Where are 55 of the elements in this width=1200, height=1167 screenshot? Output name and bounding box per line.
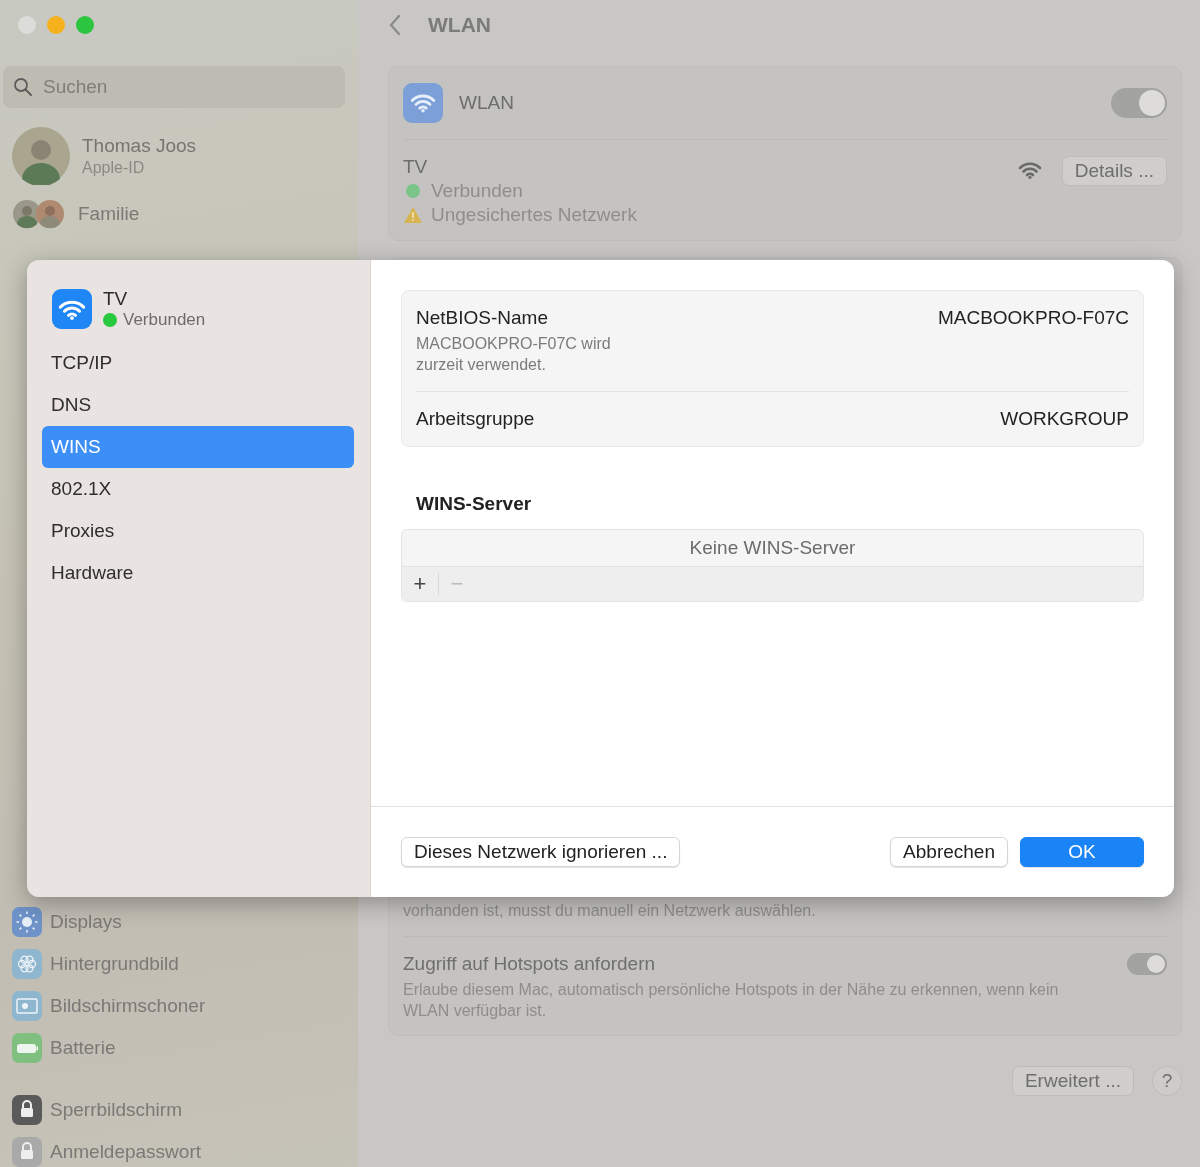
account-subtitle: Apple-ID [82, 159, 146, 177]
avatar-icon[interactable] [12, 127, 70, 185]
netbios-note: MACBOOKPRO-F07C wird zurzeit verwendet. [416, 334, 612, 375]
lockscreen-icon [12, 1095, 42, 1125]
wifi-icon [58, 298, 86, 320]
details-button[interactable]: Details ... [1061, 156, 1167, 186]
minimize-button[interactable] [47, 16, 65, 34]
netbios-value[interactable]: MACBOOKPRO-F07C [937, 307, 1129, 329]
workgroup-label: Arbeitsgruppe [416, 408, 535, 430]
status-dot [103, 313, 117, 327]
wifi-icon [410, 93, 436, 113]
add-button[interactable]: + [408, 571, 432, 597]
password-icon [12, 1137, 42, 1167]
sidebar-item[interactable]: Anmeldepasswort [50, 1141, 202, 1163]
display-icon [12, 907, 42, 937]
section-title: WINS-Server [416, 493, 533, 515]
network-name: TV [103, 288, 129, 310]
wlan-toggle[interactable] [1111, 88, 1167, 118]
wlan-label: WLAN [459, 92, 514, 114]
sidebar-tab[interactable]: 802.1X [42, 468, 354, 510]
help-button[interactable]: ? [1152, 1066, 1182, 1096]
wifi-signal-icon [1017, 161, 1042, 179]
network-name: TV [403, 156, 429, 178]
hotspot-title: Zugriff auf Hotspots anfordern [403, 953, 657, 975]
sidebar-item[interactable]: Displays [50, 911, 122, 933]
sidebar-item[interactable]: Bildschirmschoner [50, 995, 206, 1017]
warning-icon [403, 206, 423, 224]
sidebar-tab[interactable]: Proxies [42, 510, 354, 552]
status-dot [406, 184, 420, 198]
screensaver-icon [12, 991, 42, 1021]
wallpaper-icon [12, 949, 42, 979]
sidebar-item[interactable]: Sperrbildschirm [50, 1099, 182, 1121]
family-avatars-icon [12, 199, 66, 229]
netbios-label: NetBIOS-Name [416, 307, 549, 329]
account-name[interactable]: Thomas Joos [82, 135, 197, 157]
page-title: WLAN [428, 13, 491, 37]
close-button[interactable] [18, 16, 36, 34]
ok-button[interactable]: OK [1020, 837, 1144, 867]
advanced-button[interactable]: Erweitert ... [1011, 1066, 1134, 1096]
cancel-button[interactable]: Abbrechen [890, 837, 1008, 867]
ignore-network-button[interactable]: Dieses Netzwerk ignorieren ... [401, 837, 681, 867]
sidebar-item[interactable]: Batterie [50, 1037, 116, 1059]
sidebar-tab[interactable]: WINS [42, 426, 354, 468]
family-label[interactable]: Familie [78, 203, 140, 225]
battery-icon [12, 1033, 42, 1063]
workgroup-value[interactable]: WORKGROUP [1000, 408, 1129, 430]
hotspot-toggle[interactable] [1127, 953, 1167, 975]
back-chevron-icon[interactable] [388, 14, 402, 36]
sidebar-tab[interactable]: DNS [42, 384, 354, 426]
zoom-button[interactable] [76, 16, 94, 34]
sidebar-tab[interactable]: Hardware [42, 552, 354, 594]
network-status: Verbunden [123, 310, 206, 330]
sidebar-tab[interactable]: TCP/IP [42, 342, 354, 384]
search-field[interactable]: Suchen [3, 66, 345, 108]
sidebar-item[interactable]: Hintergrundbild [50, 953, 179, 975]
